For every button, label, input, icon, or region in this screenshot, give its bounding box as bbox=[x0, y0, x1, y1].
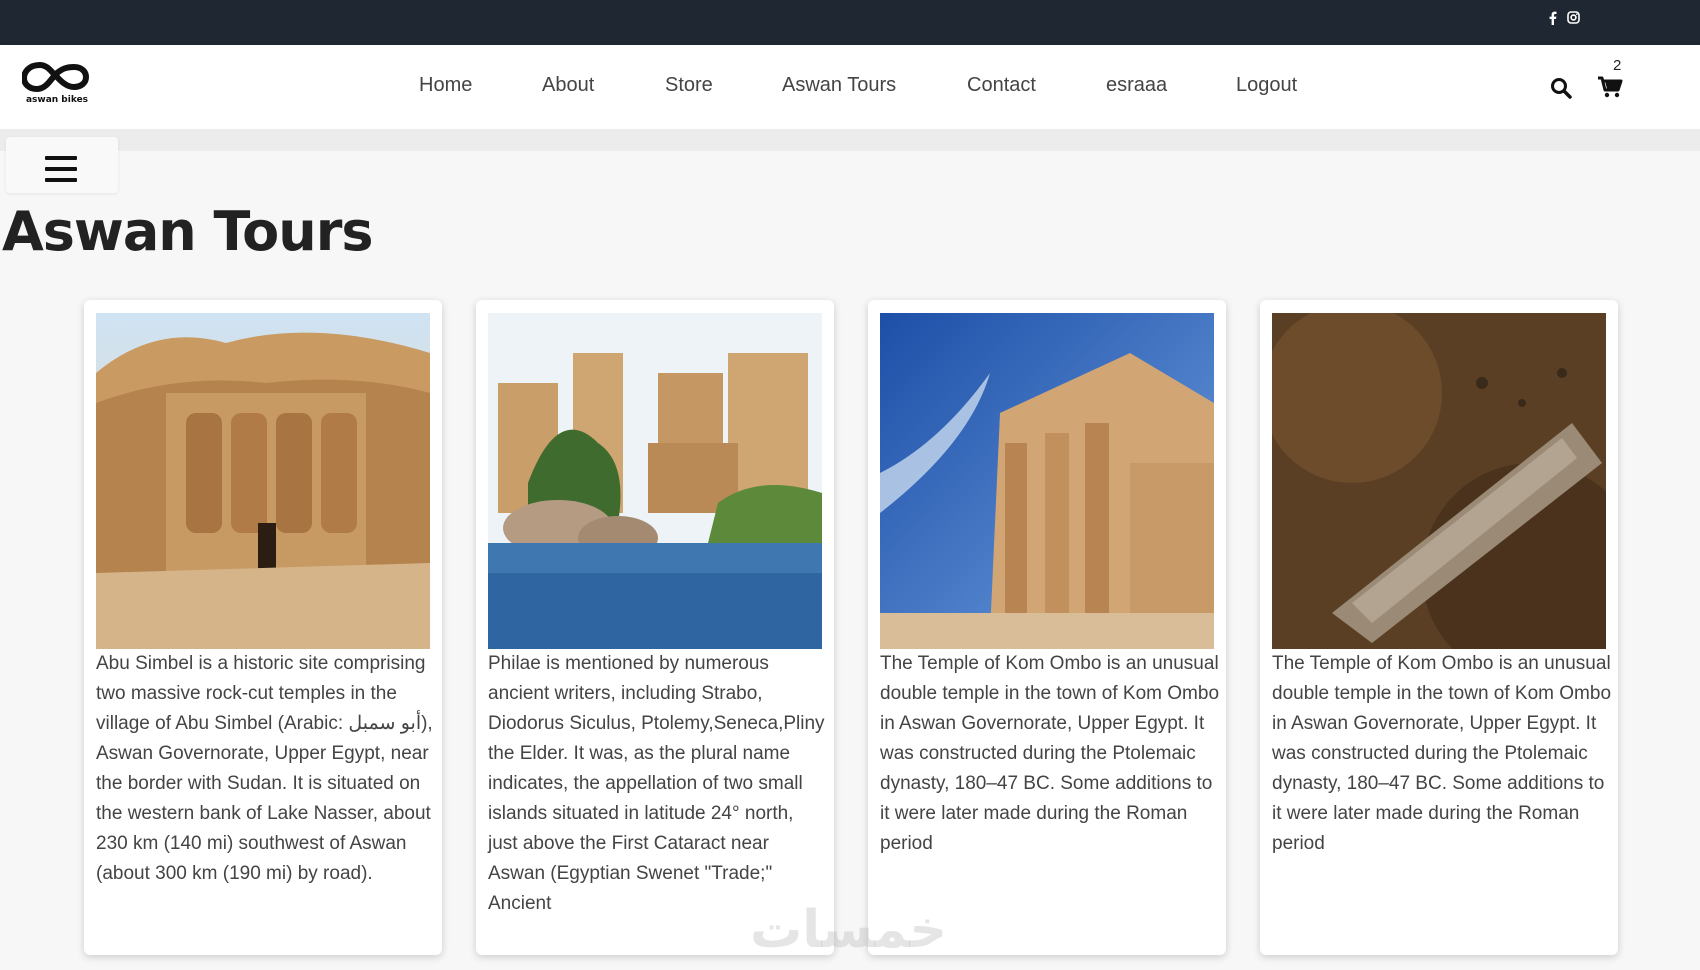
tour-description: Abu Simbel is a historic site comprising… bbox=[96, 653, 433, 884]
top-bar bbox=[0, 0, 1700, 45]
navbar-shadow-band bbox=[0, 129, 1700, 151]
tour-card[interactable]: The Temple of Kom Ombo is an unusual dou… bbox=[868, 300, 1226, 955]
nav-item-user[interactable]: esraaa bbox=[1106, 74, 1167, 97]
tour-description: The Temple of Kom Ombo is an unusual dou… bbox=[880, 653, 1220, 854]
tour-card[interactable]: Abu Simbel is a historic site comprising… bbox=[84, 300, 442, 955]
page-title: Aswan Tours bbox=[2, 200, 373, 263]
facebook-icon[interactable] bbox=[1549, 11, 1557, 25]
sidebar-toggle-container bbox=[6, 137, 118, 193]
tour-image-abu-simbel bbox=[96, 313, 430, 649]
search-icon[interactable] bbox=[1549, 76, 1573, 100]
nav-item-logout[interactable]: Logout bbox=[1236, 74, 1297, 97]
cart-icon[interactable] bbox=[1597, 75, 1623, 99]
nav-item-home[interactable]: Home bbox=[419, 74, 472, 97]
nav-item-store[interactable]: Store bbox=[665, 74, 713, 97]
brand-logo-text: aswan bikes bbox=[25, 95, 89, 105]
infinity-logo-icon bbox=[20, 62, 90, 93]
main-navbar: aswan bikes Home About Store Aswan Tours… bbox=[0, 45, 1700, 129]
cart-count-badge: 2 bbox=[1613, 57, 1622, 74]
nav-item-aswan-tours[interactable]: Aswan Tours bbox=[782, 74, 896, 97]
tour-card[interactable]: Philae is mentioned by numerous ancient … bbox=[476, 300, 834, 955]
nav-item-contact[interactable]: Contact bbox=[967, 74, 1036, 97]
tour-image-kom-ombo bbox=[880, 313, 1214, 649]
tour-description: The Temple of Kom Ombo is an unusual dou… bbox=[1272, 653, 1612, 854]
tour-description: Philae is mentioned by numerous ancient … bbox=[488, 653, 825, 914]
tour-image-obelisk bbox=[1272, 313, 1606, 649]
tour-image-philae bbox=[488, 313, 822, 649]
hamburger-menu-icon[interactable] bbox=[45, 156, 79, 186]
tour-card[interactable]: The Temple of Kom Ombo is an unusual dou… bbox=[1260, 300, 1618, 955]
social-links bbox=[1549, 11, 1580, 25]
instagram-icon[interactable] bbox=[1567, 11, 1580, 25]
nav-item-about[interactable]: About bbox=[542, 74, 594, 97]
watermark-text: خمسات bbox=[750, 900, 948, 960]
brand-logo[interactable]: aswan bikes bbox=[20, 61, 92, 109]
